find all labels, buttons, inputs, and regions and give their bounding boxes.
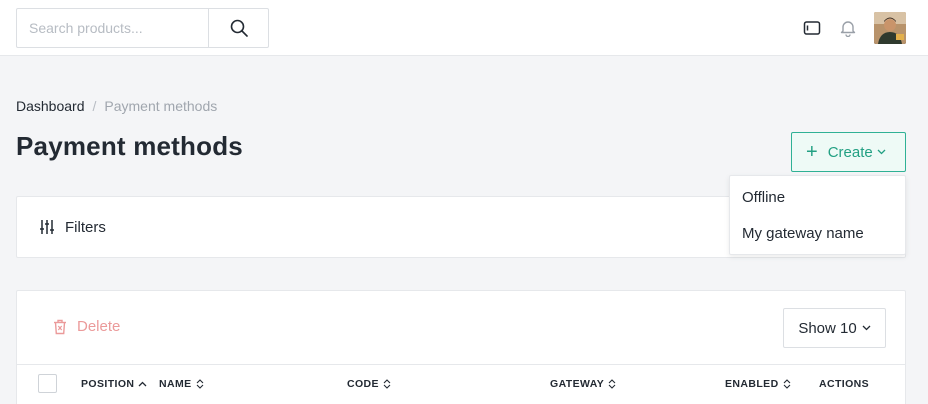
delete-label: Delete bbox=[77, 318, 121, 335]
column-actions-label: ACTIONS bbox=[819, 378, 870, 390]
sort-icon bbox=[783, 379, 790, 389]
avatar-image bbox=[874, 12, 906, 44]
breadcrumb-dashboard[interactable]: Dashboard bbox=[16, 98, 85, 114]
page-title: Payment methods bbox=[16, 131, 243, 161]
user-avatar[interactable] bbox=[874, 12, 906, 44]
sort-ascending-icon bbox=[138, 381, 147, 387]
chevron-down-icon bbox=[862, 325, 871, 331]
search-input[interactable] bbox=[17, 9, 208, 47]
window-icon bbox=[803, 21, 821, 35]
search-box bbox=[16, 8, 269, 48]
breadcrumb-current: Payment methods bbox=[104, 98, 218, 114]
column-name-label: NAME bbox=[159, 378, 192, 390]
breadcrumb-separator: / bbox=[92, 98, 97, 114]
table-header: POSITION NAME CODE GATEWAY ENABLED ACTIO… bbox=[17, 364, 905, 404]
sliders-icon bbox=[40, 220, 54, 234]
column-enabled-label: ENABLED bbox=[725, 378, 779, 390]
column-position[interactable]: POSITION bbox=[81, 378, 147, 390]
delete-button[interactable]: Delete bbox=[53, 318, 120, 335]
search-icon bbox=[230, 19, 248, 37]
sort-icon bbox=[383, 379, 391, 389]
create-button[interactable]: + Create bbox=[791, 132, 906, 172]
sort-icon bbox=[196, 379, 203, 389]
create-label: Create bbox=[827, 143, 873, 161]
select-all-checkbox[interactable] bbox=[38, 374, 57, 393]
menu-item-my-gateway-name[interactable]: My gateway name bbox=[730, 218, 905, 254]
top-bar bbox=[0, 0, 928, 56]
column-code-label: CODE bbox=[347, 378, 379, 390]
column-gateway-label: GATEWAY bbox=[550, 378, 605, 390]
table-card: Delete Show 10 POSITION NAME CODE GATEWA… bbox=[16, 290, 906, 404]
column-actions: ACTIONS bbox=[819, 378, 869, 390]
column-enabled[interactable]: ENABLED bbox=[725, 378, 791, 390]
page-size-select[interactable]: Show 10 bbox=[783, 308, 886, 348]
search-button[interactable] bbox=[208, 9, 268, 47]
notifications-button[interactable] bbox=[838, 18, 858, 38]
filters-label: Filters bbox=[65, 218, 106, 236]
page-size-label: Show 10 bbox=[798, 319, 857, 337]
chevron-down-icon bbox=[877, 149, 886, 155]
breadcrumb: Dashboard / Payment methods bbox=[16, 98, 217, 114]
column-position-label: POSITION bbox=[81, 378, 135, 390]
column-gateway[interactable]: GATEWAY bbox=[550, 378, 616, 390]
window-button[interactable] bbox=[802, 18, 822, 38]
trash-icon bbox=[54, 319, 66, 334]
bell-icon bbox=[840, 21, 856, 37]
plus-icon: + bbox=[806, 141, 818, 163]
menu-item-offline[interactable]: Offline bbox=[730, 182, 905, 218]
column-code[interactable]: CODE bbox=[347, 378, 391, 390]
column-name[interactable]: NAME bbox=[159, 378, 204, 390]
sort-icon bbox=[608, 379, 616, 389]
create-dropdown-menu: Offline My gateway name bbox=[729, 175, 906, 255]
